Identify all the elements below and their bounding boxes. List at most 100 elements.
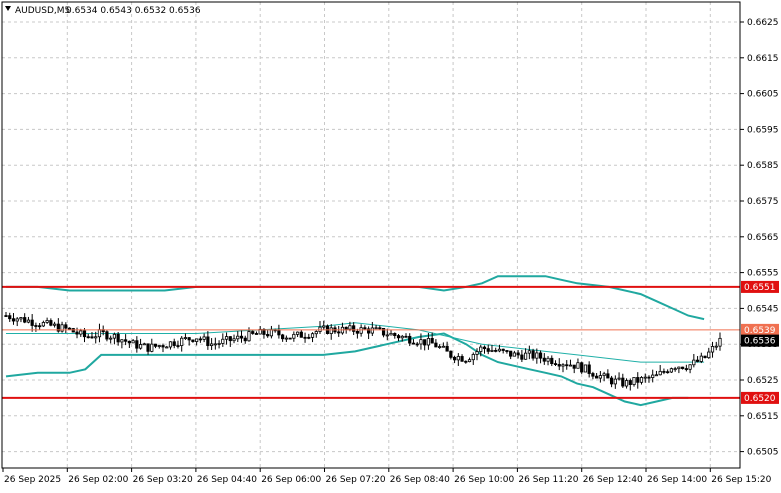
- candle-body: [404, 335, 408, 338]
- candle-body: [172, 341, 176, 346]
- candle-body: [677, 366, 681, 370]
- candle-body: [228, 336, 232, 342]
- candle-body: [688, 364, 692, 370]
- candle-body: [636, 377, 640, 383]
- price-tick-label: 0.6525: [747, 376, 779, 386]
- candle-body: [666, 371, 670, 374]
- chart-header: AUDUSD,M5 0.6534 0.6543 0.6532 0.6536: [5, 6, 201, 16]
- candle-body: [19, 317, 23, 320]
- candle-body: [52, 323, 57, 326]
- candle-body: [460, 356, 464, 362]
- time-tick-label: 26 Sep 04:40: [197, 475, 257, 485]
- candle-body: [400, 335, 404, 339]
- candle-body: [449, 350, 453, 358]
- time-tick-label: 26 Sep 03:20: [133, 475, 193, 485]
- candle-body: [307, 336, 311, 339]
- candle-body: [127, 340, 131, 344]
- candle-body: [303, 336, 307, 339]
- candle-body: [651, 374, 655, 378]
- candle-body: [277, 330, 281, 336]
- candle-body: [94, 336, 98, 339]
- candle-body: [438, 346, 442, 348]
- candle-body: [322, 325, 326, 328]
- candle-body: [124, 339, 128, 342]
- candle-body: [337, 331, 341, 334]
- candle-body: [112, 333, 117, 339]
- candle-body: [210, 343, 214, 347]
- candle-body: [329, 327, 333, 334]
- time-tick-label: 26 Sep 11:20: [518, 475, 578, 485]
- candle-body: [587, 364, 591, 374]
- candle-body: [15, 318, 19, 322]
- candle-body: [165, 346, 169, 349]
- candle-body: [224, 336, 229, 340]
- candle-body: [542, 357, 546, 362]
- candle-body: [580, 362, 584, 373]
- time-tick-label: 26 Sep 02:00: [68, 475, 128, 485]
- triangle-down-icon[interactable]: [5, 6, 11, 11]
- candle-body: [120, 339, 124, 343]
- candle-body: [239, 335, 244, 339]
- price-chart[interactable]: 0.6625 0.6615 0.6605 0.6595 0.6585 0.6575 0.65…: [0, 0, 781, 489]
- candle-body: [217, 343, 221, 345]
- candle-body: [254, 333, 259, 335]
- candle-body: [30, 319, 34, 326]
- time-tick-label: 26 Sep 06:00: [261, 475, 321, 485]
- candle-body: [441, 345, 445, 348]
- candle-body: [157, 345, 161, 347]
- time-tick-label: 26 Sep 14:00: [647, 475, 707, 485]
- candle-body: [295, 331, 300, 335]
- candle-body: [168, 341, 173, 348]
- candle-body: [464, 360, 468, 363]
- candle-body: [86, 336, 90, 339]
- candle-body: [527, 350, 531, 354]
- candle-body: [269, 329, 274, 337]
- candle-body: [8, 315, 12, 320]
- candle-body: [146, 343, 150, 352]
- candle-body: [613, 378, 617, 385]
- candle-body: [695, 359, 700, 362]
- candle-body: [423, 339, 427, 346]
- candle-body: [415, 343, 419, 346]
- chart-canvas[interactable]: 0.6625 0.6615 0.6605 0.6595 0.6585 0.6575 0.65…: [0, 0, 781, 489]
- price-tick-label: 0.6625: [747, 18, 779, 28]
- candle-body: [647, 376, 651, 379]
- candle-body: [602, 373, 606, 376]
- candle-body: [445, 345, 449, 352]
- candle-body: [45, 320, 49, 323]
- candle-body: [281, 334, 285, 340]
- candle-body: [64, 324, 68, 329]
- candle-body: [363, 327, 367, 330]
- candle-body: [116, 333, 120, 343]
- candle-body: [494, 349, 498, 352]
- candle-body: [11, 318, 16, 322]
- price-tick-label: 0.6545: [747, 304, 779, 314]
- candle-body: [236, 335, 240, 340]
- candle-body: [703, 355, 707, 359]
- candle-body: [673, 368, 677, 371]
- candle-body: [606, 373, 610, 379]
- candle-body: [385, 334, 389, 337]
- candle-body: [352, 325, 356, 332]
- price-tick-label: 0.6515: [747, 412, 779, 422]
- candle-body: [609, 377, 614, 385]
- candle-body: [452, 356, 457, 361]
- candle-body: [430, 338, 434, 344]
- candle-body: [318, 326, 322, 332]
- candle-body: [501, 348, 505, 351]
- candle-body: [109, 337, 113, 340]
- time-tick-label: 26 Sep 07:20: [326, 475, 386, 485]
- candle-body: [284, 337, 288, 340]
- candle-body: [176, 345, 180, 347]
- ohlc-label: 0.6534 0.6543 0.6532 0.6536: [66, 6, 201, 16]
- candle-body: [710, 346, 715, 353]
- candle-body: [378, 327, 382, 330]
- candle-body: [572, 364, 576, 369]
- candle-body: [595, 375, 599, 379]
- candle-body: [411, 342, 416, 345]
- price-tick-label: 0.6505: [747, 448, 779, 458]
- candle-body: [639, 377, 644, 383]
- candle-body: [49, 320, 53, 326]
- candle-body: [251, 331, 255, 334]
- candle-body: [67, 327, 72, 330]
